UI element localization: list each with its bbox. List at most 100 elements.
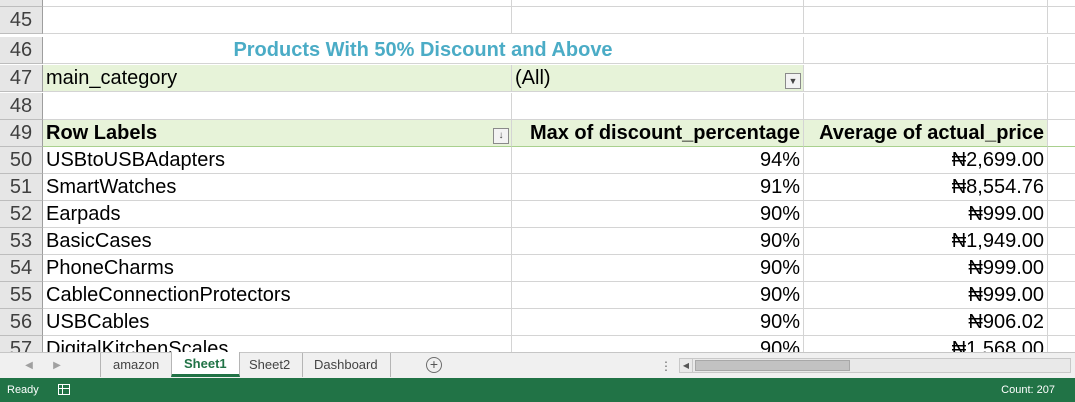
row-label-cell[interactable]: Earpads bbox=[43, 201, 512, 228]
scroll-tabs-right-icon[interactable]: ▶ bbox=[50, 357, 64, 375]
spreadsheet-grid[interactable]: 45 46 Products With 50% Discount and Abo… bbox=[0, 0, 1075, 352]
scroll-left-icon[interactable]: ◀ bbox=[680, 359, 693, 372]
scrollbar-thumb[interactable] bbox=[695, 360, 850, 371]
row-header[interactable]: 46 bbox=[0, 37, 43, 64]
cell[interactable] bbox=[1048, 255, 1075, 282]
row-header[interactable] bbox=[0, 0, 43, 7]
cell[interactable] bbox=[512, 7, 804, 34]
discount-cell[interactable]: 91% bbox=[512, 174, 804, 201]
table-row: 55 CableConnectionProtectors 90% ₦999.00 bbox=[0, 282, 1075, 309]
discount-cell[interactable]: 90% bbox=[512, 255, 804, 282]
horizontal-scrollbar[interactable]: ◀ bbox=[679, 358, 1071, 373]
row-label-cell[interactable]: USBCables bbox=[43, 309, 512, 336]
sheet-tab-bar: ◀ ▶ amazon Sheet1 Sheet2 Dashboard + ⋮ ◀ bbox=[0, 352, 1075, 378]
row-label-cell[interactable]: CableConnectionProtectors bbox=[43, 282, 512, 309]
discount-cell[interactable]: 94% bbox=[512, 147, 804, 174]
sheet-row: 48 bbox=[0, 93, 1075, 120]
cell[interactable] bbox=[512, 93, 804, 120]
discount-cell[interactable]: 90% bbox=[512, 336, 804, 352]
price-cell[interactable]: ₦906.02 bbox=[804, 309, 1048, 336]
row-label-cell[interactable]: DigitalKitchenScales bbox=[43, 336, 512, 352]
plus-circle-icon[interactable]: + bbox=[426, 357, 442, 373]
sheet-row: 45 bbox=[0, 7, 1075, 34]
row-header[interactable]: 56 bbox=[0, 309, 43, 336]
cell[interactable] bbox=[1048, 0, 1075, 7]
pivot-filter-label[interactable]: main_category bbox=[43, 65, 512, 92]
scroll-tabs-left-icon[interactable]: ◀ bbox=[22, 357, 36, 375]
cell[interactable] bbox=[804, 0, 1048, 7]
sort-filter-icon[interactable]: ↓ bbox=[493, 128, 509, 144]
row-header[interactable]: 55 bbox=[0, 282, 43, 309]
table-row: 50 USBtoUSBAdapters 94% ₦2,699.00 bbox=[0, 147, 1075, 174]
sheet-tab-amazon[interactable]: amazon bbox=[100, 353, 173, 377]
sheet-tab-dashboard[interactable]: Dashboard bbox=[302, 353, 391, 377]
row-header[interactable]: 45 bbox=[0, 7, 43, 34]
sheet-tab-sheet1[interactable]: Sheet1 bbox=[171, 352, 240, 377]
discount-cell[interactable]: 90% bbox=[512, 201, 804, 228]
report-title[interactable]: Products With 50% Discount and Above bbox=[43, 37, 804, 64]
sheet-row: 46 Products With 50% Discount and Above bbox=[0, 37, 1075, 64]
sheet-tab-sheet2[interactable]: Sheet2 bbox=[237, 353, 304, 377]
status-bar: Ready Count: 207 bbox=[0, 378, 1075, 402]
table-row: 51 SmartWatches 91% ₦8,554.76 bbox=[0, 174, 1075, 201]
status-count[interactable]: Count: 207 bbox=[1001, 378, 1055, 402]
cell[interactable] bbox=[1048, 282, 1075, 309]
macro-record-icon[interactable] bbox=[58, 384, 70, 395]
row-header[interactable]: 50 bbox=[0, 147, 43, 174]
row-header[interactable]: 47 bbox=[0, 65, 43, 92]
row-header[interactable]: 49 bbox=[0, 120, 43, 147]
cell[interactable] bbox=[43, 7, 512, 34]
table-row: 52 Earpads 90% ₦999.00 bbox=[0, 201, 1075, 228]
column-header-price[interactable]: Average of actual_price bbox=[804, 120, 1048, 147]
row-header[interactable]: 52 bbox=[0, 201, 43, 228]
table-row: 54 PhoneCharms 90% ₦999.00 bbox=[0, 255, 1075, 282]
row-label-cell[interactable]: SmartWatches bbox=[43, 174, 512, 201]
pivot-filter-cell[interactable]: (All) ▼ bbox=[512, 65, 804, 92]
row-labels-header[interactable]: Row Labels ↓ bbox=[43, 120, 512, 147]
row-header[interactable]: 51 bbox=[0, 174, 43, 201]
cell[interactable] bbox=[1048, 7, 1075, 34]
price-cell[interactable]: ₦2,699.00 bbox=[804, 147, 1048, 174]
row-label-cell[interactable]: PhoneCharms bbox=[43, 255, 512, 282]
pivot-filter-value: (All) bbox=[515, 67, 551, 89]
cell[interactable] bbox=[804, 93, 1048, 120]
cell[interactable] bbox=[1048, 93, 1075, 120]
cell[interactable] bbox=[43, 93, 512, 120]
discount-cell[interactable]: 90% bbox=[512, 309, 804, 336]
cell[interactable] bbox=[1048, 65, 1075, 92]
chevron-down-icon[interactable]: ▼ bbox=[785, 73, 801, 89]
cell[interactable] bbox=[1048, 147, 1075, 174]
row-label-cell[interactable]: BasicCases bbox=[43, 228, 512, 255]
cell[interactable] bbox=[1048, 309, 1075, 336]
discount-cell[interactable]: 90% bbox=[512, 228, 804, 255]
row-header[interactable]: 53 bbox=[0, 228, 43, 255]
status-ready: Ready bbox=[7, 384, 39, 396]
row-label-cell[interactable]: USBtoUSBAdapters bbox=[43, 147, 512, 174]
tab-splitter-handle[interactable]: ⋮ bbox=[660, 358, 672, 374]
row-labels-header-text: Row Labels bbox=[46, 122, 158, 144]
cell[interactable] bbox=[1048, 336, 1075, 352]
price-cell[interactable]: ₦1,949.00 bbox=[804, 228, 1048, 255]
column-header-discount[interactable]: Max of discount_percentage bbox=[512, 120, 804, 147]
cell[interactable] bbox=[1048, 37, 1075, 64]
price-cell[interactable]: ₦999.00 bbox=[804, 282, 1048, 309]
cell[interactable] bbox=[804, 65, 1048, 92]
price-cell[interactable]: ₦999.00 bbox=[804, 255, 1048, 282]
discount-cell[interactable]: 90% bbox=[512, 282, 804, 309]
cell[interactable] bbox=[804, 37, 1048, 64]
row-header[interactable]: 57 bbox=[0, 336, 43, 352]
cell[interactable] bbox=[804, 7, 1048, 34]
cell[interactable] bbox=[1048, 120, 1075, 147]
row-header[interactable]: 54 bbox=[0, 255, 43, 282]
price-cell[interactable]: ₦8,554.76 bbox=[804, 174, 1048, 201]
row-header[interactable]: 48 bbox=[0, 93, 43, 120]
cell[interactable] bbox=[512, 0, 804, 7]
cell[interactable] bbox=[1048, 228, 1075, 255]
cell[interactable] bbox=[1048, 174, 1075, 201]
cell[interactable] bbox=[1048, 201, 1075, 228]
price-cell[interactable]: ₦1,568.00 bbox=[804, 336, 1048, 352]
price-cell[interactable]: ₦999.00 bbox=[804, 201, 1048, 228]
table-row: 53 BasicCases 90% ₦1,949.00 bbox=[0, 228, 1075, 255]
sheet-row bbox=[0, 0, 1075, 7]
cell[interactable] bbox=[43, 0, 512, 7]
